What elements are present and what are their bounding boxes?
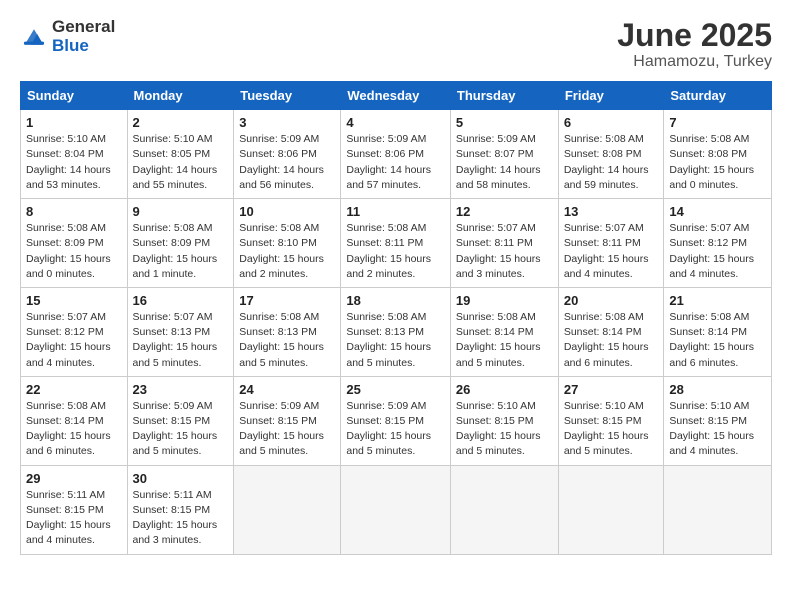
col-tuesday: Tuesday: [234, 82, 341, 110]
logo-blue: Blue: [52, 37, 115, 56]
col-thursday: Thursday: [450, 82, 558, 110]
day-6: 6 Sunrise: 5:08 AMSunset: 8:08 PMDayligh…: [558, 110, 664, 199]
day-11: 11 Sunrise: 5:08 AMSunset: 8:11 PMDaylig…: [341, 199, 451, 288]
logo-text: General Blue: [52, 18, 115, 55]
day-16: 16 Sunrise: 5:07 AMSunset: 8:13 PMDaylig…: [127, 287, 234, 376]
day-25: 25 Sunrise: 5:09 AMSunset: 8:15 PMDaylig…: [341, 376, 451, 465]
day-17: 17 Sunrise: 5:08 AMSunset: 8:13 PMDaylig…: [234, 287, 341, 376]
day-29: 29 Sunrise: 5:11 AMSunset: 8:15 PMDaylig…: [21, 465, 128, 554]
week-1: 1 Sunrise: 5:10 AMSunset: 8:04 PMDayligh…: [21, 110, 772, 199]
col-sunday: Sunday: [21, 82, 128, 110]
logo-icon: [20, 23, 48, 51]
empty-cell-1: [234, 465, 341, 554]
day-3: 3 Sunrise: 5:09 AMSunset: 8:06 PMDayligh…: [234, 110, 341, 199]
day-19: 19 Sunrise: 5:08 AMSunset: 8:14 PMDaylig…: [450, 287, 558, 376]
logo: General Blue: [20, 18, 115, 55]
day-22: 22 Sunrise: 5:08 AMSunset: 8:14 PMDaylig…: [21, 376, 128, 465]
empty-cell-2: [341, 465, 451, 554]
day-14: 14 Sunrise: 5:07 AMSunset: 8:12 PMDaylig…: [664, 199, 772, 288]
day-15: 15 Sunrise: 5:07 AMSunset: 8:12 PMDaylig…: [21, 287, 128, 376]
day-12: 12 Sunrise: 5:07 AMSunset: 8:11 PMDaylig…: [450, 199, 558, 288]
day-9: 9 Sunrise: 5:08 AMSunset: 8:09 PMDayligh…: [127, 199, 234, 288]
calendar-table: Sunday Monday Tuesday Wednesday Thursday…: [20, 81, 772, 554]
week-5: 29 Sunrise: 5:11 AMSunset: 8:15 PMDaylig…: [21, 465, 772, 554]
page: General Blue June 2025 Hamamozu, Turkey …: [0, 0, 792, 573]
empty-cell-5: [664, 465, 772, 554]
day-5: 5 Sunrise: 5:09 AMSunset: 8:07 PMDayligh…: [450, 110, 558, 199]
day-2: 2 Sunrise: 5:10 AMSunset: 8:05 PMDayligh…: [127, 110, 234, 199]
header-row: Sunday Monday Tuesday Wednesday Thursday…: [21, 82, 772, 110]
col-wednesday: Wednesday: [341, 82, 451, 110]
title-block: June 2025 Hamamozu, Turkey: [617, 18, 772, 71]
header: General Blue June 2025 Hamamozu, Turkey: [20, 18, 772, 71]
empty-cell-4: [558, 465, 664, 554]
day-24: 24 Sunrise: 5:09 AMSunset: 8:15 PMDaylig…: [234, 376, 341, 465]
calendar-title: June 2025: [617, 18, 772, 53]
day-7: 7 Sunrise: 5:08 AMSunset: 8:08 PMDayligh…: [664, 110, 772, 199]
col-saturday: Saturday: [664, 82, 772, 110]
week-4: 22 Sunrise: 5:08 AMSunset: 8:14 PMDaylig…: [21, 376, 772, 465]
logo-general: General: [52, 18, 115, 37]
col-monday: Monday: [127, 82, 234, 110]
day-18: 18 Sunrise: 5:08 AMSunset: 8:13 PMDaylig…: [341, 287, 451, 376]
week-3: 15 Sunrise: 5:07 AMSunset: 8:12 PMDaylig…: [21, 287, 772, 376]
day-10: 10 Sunrise: 5:08 AMSunset: 8:10 PMDaylig…: [234, 199, 341, 288]
col-friday: Friday: [558, 82, 664, 110]
day-4: 4 Sunrise: 5:09 AMSunset: 8:06 PMDayligh…: [341, 110, 451, 199]
day-21: 21 Sunrise: 5:08 AMSunset: 8:14 PMDaylig…: [664, 287, 772, 376]
day-30: 30 Sunrise: 5:11 AMSunset: 8:15 PMDaylig…: [127, 465, 234, 554]
day-27: 27 Sunrise: 5:10 AMSunset: 8:15 PMDaylig…: [558, 376, 664, 465]
calendar-subtitle: Hamamozu, Turkey: [617, 53, 772, 71]
day-26: 26 Sunrise: 5:10 AMSunset: 8:15 PMDaylig…: [450, 376, 558, 465]
week-2: 8 Sunrise: 5:08 AMSunset: 8:09 PMDayligh…: [21, 199, 772, 288]
day-23: 23 Sunrise: 5:09 AMSunset: 8:15 PMDaylig…: [127, 376, 234, 465]
empty-cell-3: [450, 465, 558, 554]
day-13: 13 Sunrise: 5:07 AMSunset: 8:11 PMDaylig…: [558, 199, 664, 288]
day-28: 28 Sunrise: 5:10 AMSunset: 8:15 PMDaylig…: [664, 376, 772, 465]
day-8: 8 Sunrise: 5:08 AMSunset: 8:09 PMDayligh…: [21, 199, 128, 288]
day-1: 1 Sunrise: 5:10 AMSunset: 8:04 PMDayligh…: [21, 110, 128, 199]
day-20: 20 Sunrise: 5:08 AMSunset: 8:14 PMDaylig…: [558, 287, 664, 376]
